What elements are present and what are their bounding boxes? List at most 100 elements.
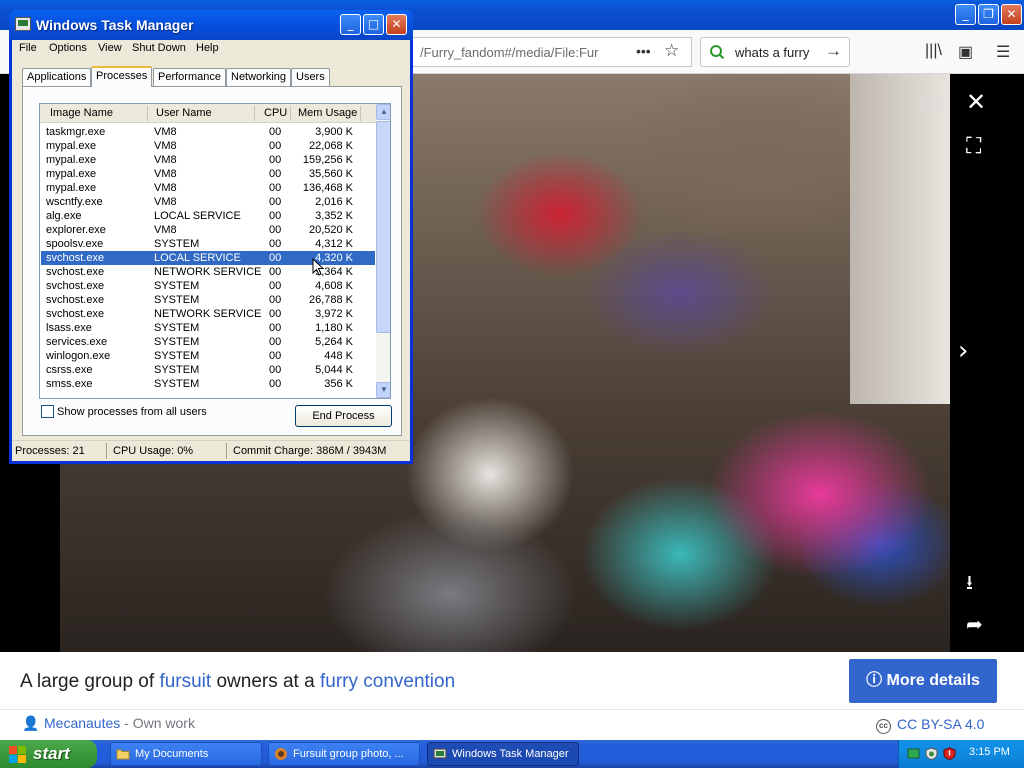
page-actions-icon[interactable]: ••• [636, 43, 651, 59]
fullscreen-icon[interactable]: ⛶ [966, 134, 981, 159]
menu-icon[interactable]: ☰ [996, 42, 1010, 62]
url-text[interactable]: /Furry_fandom#/media/File:Fur [420, 45, 605, 60]
process-row[interactable]: csrss.exe SYSTEM 00 5,044 K [41, 363, 375, 377]
checkbox-box[interactable] [41, 405, 54, 418]
sidebar-icon[interactable]: ▣ [958, 42, 973, 62]
search-input[interactable]: whats a furry [735, 45, 809, 60]
process-name: mypal.exe [46, 140, 97, 152]
folder-icon [116, 749, 130, 760]
column-cpu[interactable]: CPU [264, 107, 287, 119]
process-row[interactable]: smss.exe SYSTEM 00 356 K [41, 377, 375, 391]
process-cpu: 00 [269, 364, 282, 376]
scroll-thumb[interactable] [376, 121, 390, 333]
process-mem: 3,352 K [315, 210, 353, 222]
author-link[interactable]: Mecanautes [44, 715, 120, 731]
process-row[interactable]: spoolsv.exe SYSTEM 00 4,312 K [41, 237, 375, 251]
process-row[interactable]: mypal.exe VM8 00 22,068 K [41, 139, 375, 153]
license-line[interactable]: cc CC BY-SA 4.0 [876, 716, 984, 734]
process-row[interactable]: lsass.exe SYSTEM 00 1,180 K [41, 321, 375, 335]
process-mem: 35,560 K [308, 168, 353, 180]
column-mem-usage[interactable]: Mem Usage [298, 107, 357, 119]
process-user: VM8 [154, 168, 177, 180]
task-manager-window: Windows Task Manager _ □ ✕ File Options … [9, 10, 413, 464]
end-process-button[interactable]: End Process [295, 405, 392, 427]
process-cpu: 00 [269, 238, 282, 250]
tab-applications[interactable]: Applications [22, 68, 92, 86]
process-user: SYSTEM [154, 238, 200, 250]
process-name: services.exe [46, 336, 108, 348]
process-row[interactable]: explorer.exe VM8 00 20,520 K [41, 223, 375, 237]
security-alert-icon[interactable] [943, 747, 956, 760]
process-row[interactable]: svchost.exe NETWORK SERVICE 00 3,972 K [41, 307, 375, 321]
taskbar-item-browser[interactable]: Fursuit group photo, ... [268, 742, 420, 766]
start-button[interactable]: start [0, 740, 97, 768]
license-link[interactable]: CC BY-SA 4.0 [897, 716, 984, 732]
process-mem: 5,044 K [315, 364, 353, 376]
process-user: VM8 [154, 126, 177, 138]
process-cpu: 00 [269, 336, 282, 348]
menu-help[interactable]: Help [196, 42, 219, 54]
status-bar: Processes: 21 CPU Usage: 0% Commit Charg… [12, 440, 410, 460]
process-cpu: 00 [269, 196, 282, 208]
search-box[interactable]: whats a furry → [700, 37, 850, 67]
task-manager-titlebar[interactable]: Windows Task Manager _ □ ✕ [9, 10, 413, 40]
library-icon[interactable]: |||\ [925, 42, 942, 60]
more-details-label: More details [886, 672, 980, 689]
menu-shut-down[interactable]: Shut Down [132, 42, 186, 54]
show-all-users-checkbox[interactable]: Show processes from all users [41, 405, 207, 418]
process-mem: 4,312 K [315, 238, 353, 250]
tab-processes[interactable]: Processes [91, 66, 153, 87]
bookmark-star-icon[interactable]: ☆ [664, 41, 679, 61]
scroll-up-button[interactable]: ▲ [376, 104, 390, 120]
process-row[interactable]: svchost.exe SYSTEM 00 26,788 K [41, 293, 375, 307]
restore-button[interactable]: ❐ [978, 4, 999, 25]
menu-file[interactable]: File [19, 42, 37, 54]
taskbar-item-task-manager[interactable]: Windows Task Manager [427, 742, 579, 766]
process-row[interactable]: services.exe SYSTEM 00 5,264 K [41, 335, 375, 349]
process-name: svchost.exe [46, 266, 105, 278]
process-row[interactable]: wscntfy.exe VM8 00 2,016 K [41, 195, 375, 209]
tm-close-button[interactable]: ✕ [386, 14, 407, 35]
column-image-name[interactable]: Image Name [50, 107, 113, 119]
network-icon[interactable] [907, 747, 920, 760]
download-icon[interactable]: ⭳ [966, 568, 973, 602]
url-bar[interactable]: /Furry_fandom#/media/File:Fur ••• ☆ [412, 37, 692, 67]
next-image-icon[interactable]: › [958, 336, 968, 366]
tm-maximize-button[interactable]: □ [363, 14, 384, 35]
more-details-button[interactable]: ⓘ More details [849, 659, 997, 703]
process-row[interactable]: mypal.exe VM8 00 159,256 K [41, 153, 375, 167]
process-row[interactable]: svchost.exe NETWORK SERVICE 00 5,364 K [41, 265, 375, 279]
tab-performance[interactable]: Performance [153, 68, 226, 86]
fursuit-link[interactable]: fursuit [159, 671, 211, 692]
process-row[interactable]: winlogon.exe SYSTEM 00 448 K [41, 349, 375, 363]
process-row[interactable]: svchost.exe LOCAL SERVICE 00 4,320 K [41, 251, 375, 265]
caption-text: A large group of fursuit owners at a fur… [20, 671, 455, 693]
tab-networking[interactable]: Networking [226, 68, 292, 86]
menu-options[interactable]: Options [49, 42, 87, 54]
tab-users[interactable]: Users [291, 68, 330, 86]
menu-view[interactable]: View [98, 42, 122, 54]
close-viewer-icon[interactable]: ✕ [966, 88, 986, 116]
shield-icon[interactable] [925, 747, 938, 760]
search-go-icon[interactable]: → [825, 41, 842, 61]
process-row[interactable]: mypal.exe VM8 00 136,468 K [41, 181, 375, 195]
scroll-down-button[interactable]: ▼ [376, 382, 390, 398]
process-row[interactable]: svchost.exe SYSTEM 00 4,608 K [41, 279, 375, 293]
process-scrollbar[interactable]: ▲ ▼ [376, 104, 390, 398]
process-list[interactable]: Image Name User Name CPU Mem Usage taskm… [39, 103, 391, 399]
taskbar-item-my-documents[interactable]: My Documents [110, 742, 262, 766]
process-name: mypal.exe [46, 168, 97, 180]
process-row[interactable]: mypal.exe VM8 00 35,560 K [41, 167, 375, 181]
minimize-button[interactable]: _ [955, 4, 976, 25]
share-icon[interactable]: ➦ [966, 612, 983, 636]
furry-convention-link[interactable]: furry convention [320, 671, 455, 692]
tm-minimize-button[interactable]: _ [340, 14, 361, 35]
process-row[interactable]: alg.exe LOCAL SERVICE 00 3,352 K [41, 209, 375, 223]
caption-middle: owners at a [211, 671, 320, 692]
processes-panel: Image Name User Name CPU Mem Usage taskm… [22, 86, 402, 436]
process-cpu: 00 [269, 224, 282, 236]
column-user-name[interactable]: User Name [156, 107, 212, 119]
process-row[interactable]: taskmgr.exe VM8 00 3,900 K [41, 125, 375, 139]
close-button[interactable]: ✕ [1001, 4, 1022, 25]
process-mem: 3,972 K [315, 308, 353, 320]
